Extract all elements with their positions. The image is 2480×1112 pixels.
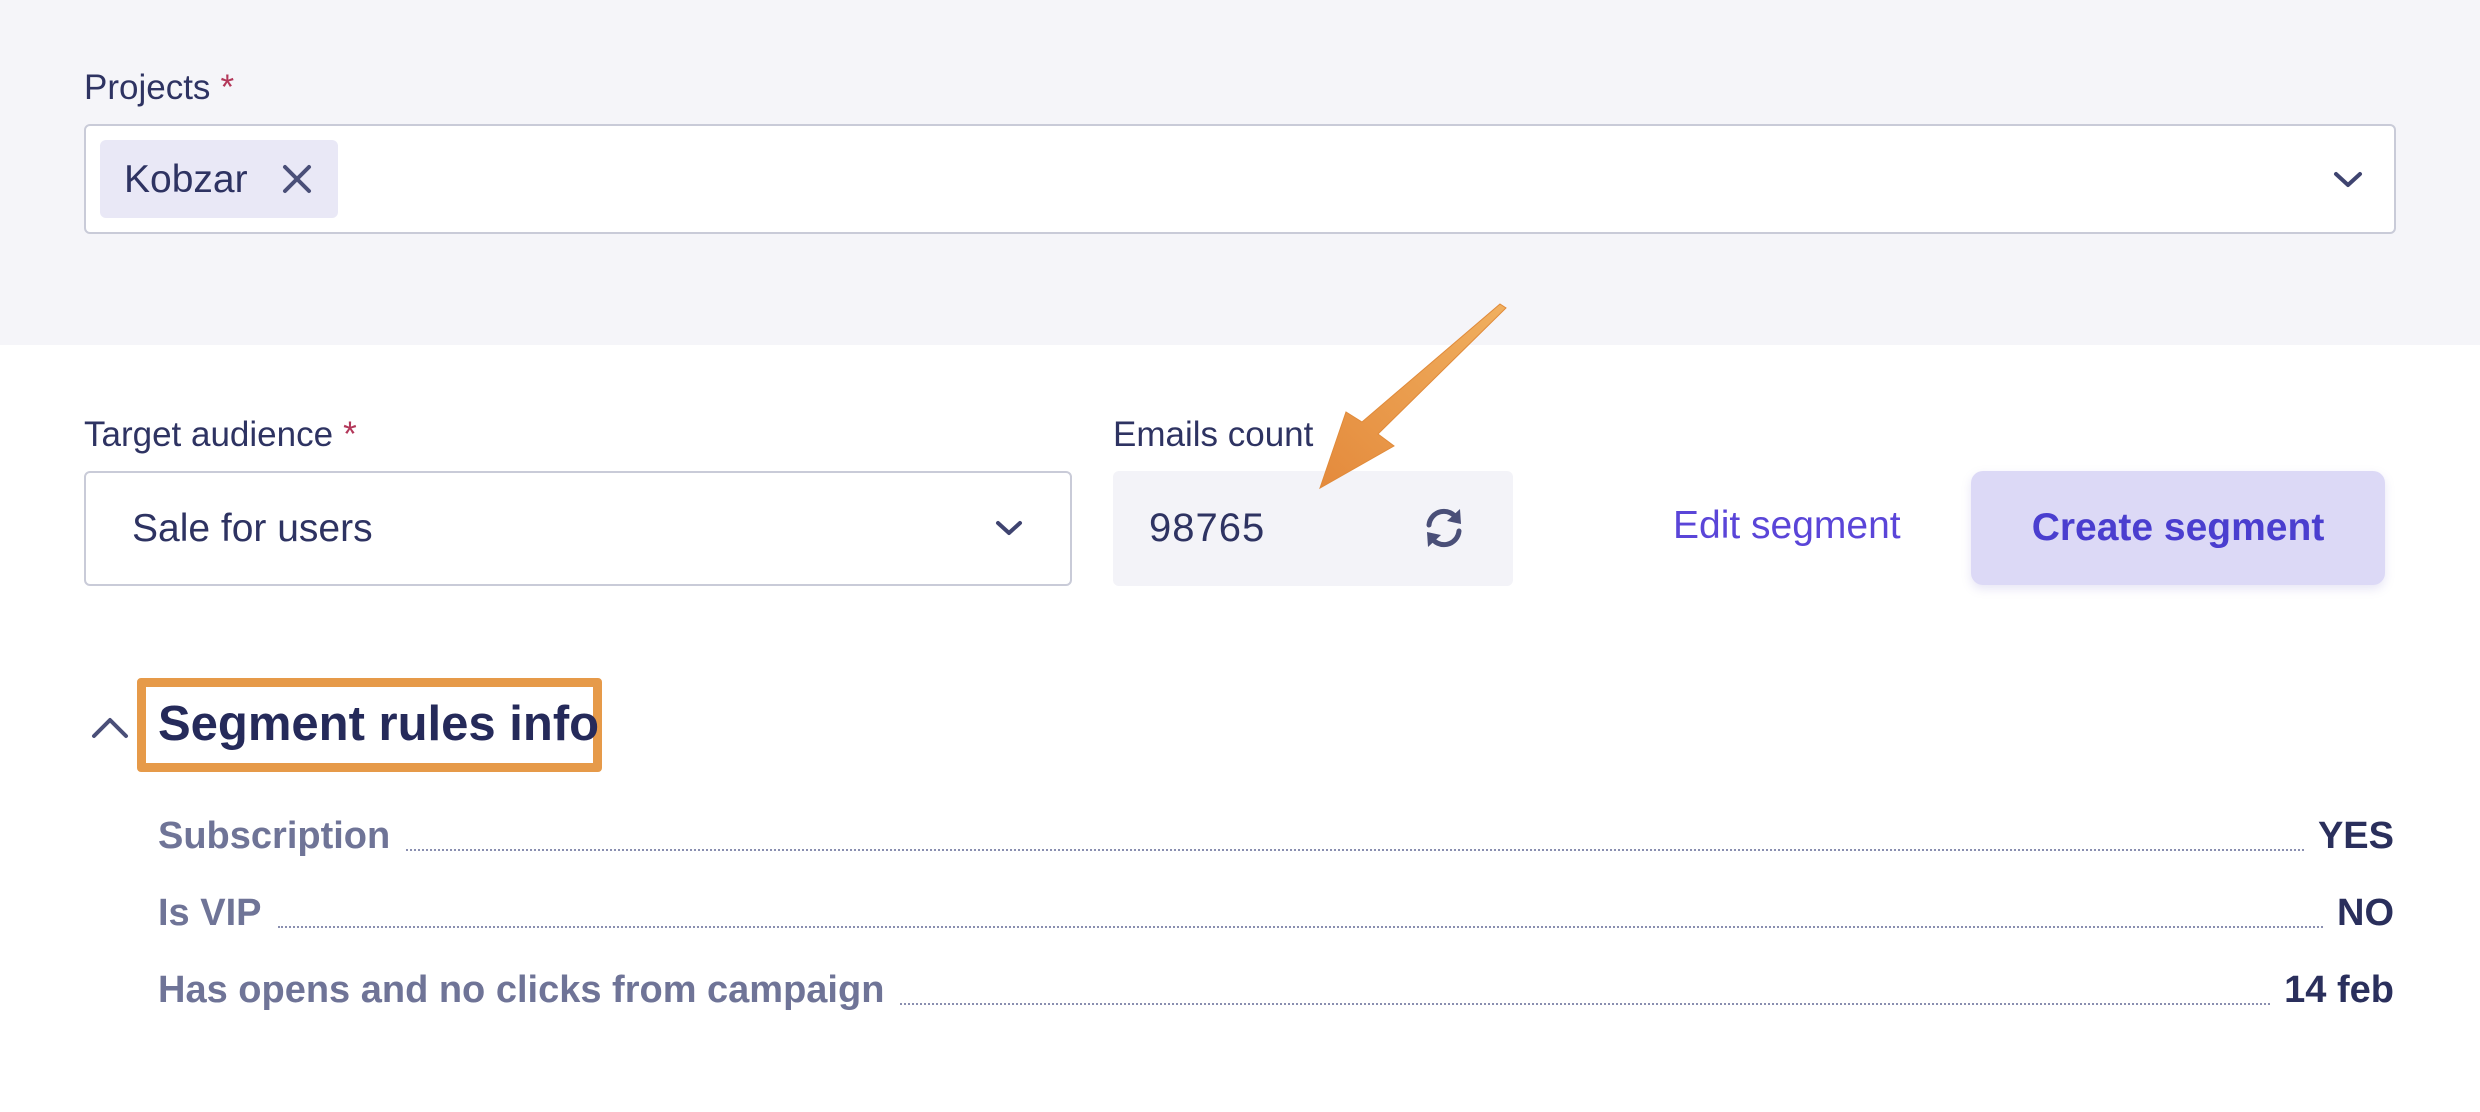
segment-rules-list: Subscription YES Is VIP NO Has opens and… [158,790,2394,1021]
audience-value: Sale for users [132,507,373,550]
chevron-down-icon[interactable] [2330,164,2366,199]
projects-required-mark: * [220,68,235,107]
audience-select[interactable]: Sale for users [84,471,1072,586]
audience-label: Target audience * [84,417,357,452]
projects-select[interactable]: Kobzar [84,124,2396,234]
rule-value: NO [2337,892,2394,934]
project-chip: Kobzar [100,140,338,218]
rule-leader-dots [406,849,2304,851]
rule-label: Subscription [158,815,391,857]
audience-label-text: Target audience [84,415,334,454]
rule-leader-dots [277,926,2323,928]
rule-row: Has opens and no clicks from campaign 14… [158,944,2394,1021]
projects-label: Projects * [84,70,234,105]
rule-value: YES [2317,815,2394,857]
rule-label: Has opens and no clicks from campaign [158,969,885,1011]
chevron-up-icon[interactable] [90,708,130,748]
segment-rules-title[interactable]: Segment rules info [158,700,599,749]
refresh-icon[interactable] [1419,503,1469,553]
emails-count-value: 98765 [1149,506,1266,550]
create-segment-button[interactable]: Create segment [1971,471,2385,585]
rule-label: Is VIP [158,892,262,934]
emails-count-label: Emails count [1113,415,1314,454]
rule-row: Is VIP NO [158,867,2394,944]
rule-row: Subscription YES [158,790,2394,867]
segment-form: Projects * Kobzar Target audience * Sale f… [0,0,2480,1112]
project-chip-label: Kobzar [124,157,248,201]
close-icon[interactable] [278,160,316,198]
edit-segment-link[interactable]: Edit segment [1673,506,1901,545]
projects-label-text: Projects [84,68,211,107]
rule-value: 14 feb [2284,969,2394,1011]
annotation-arrow-icon [1319,303,1507,490]
rule-leader-dots [900,1003,2271,1005]
audience-required-mark: * [343,415,357,454]
chevron-down-icon[interactable] [992,513,1026,548]
